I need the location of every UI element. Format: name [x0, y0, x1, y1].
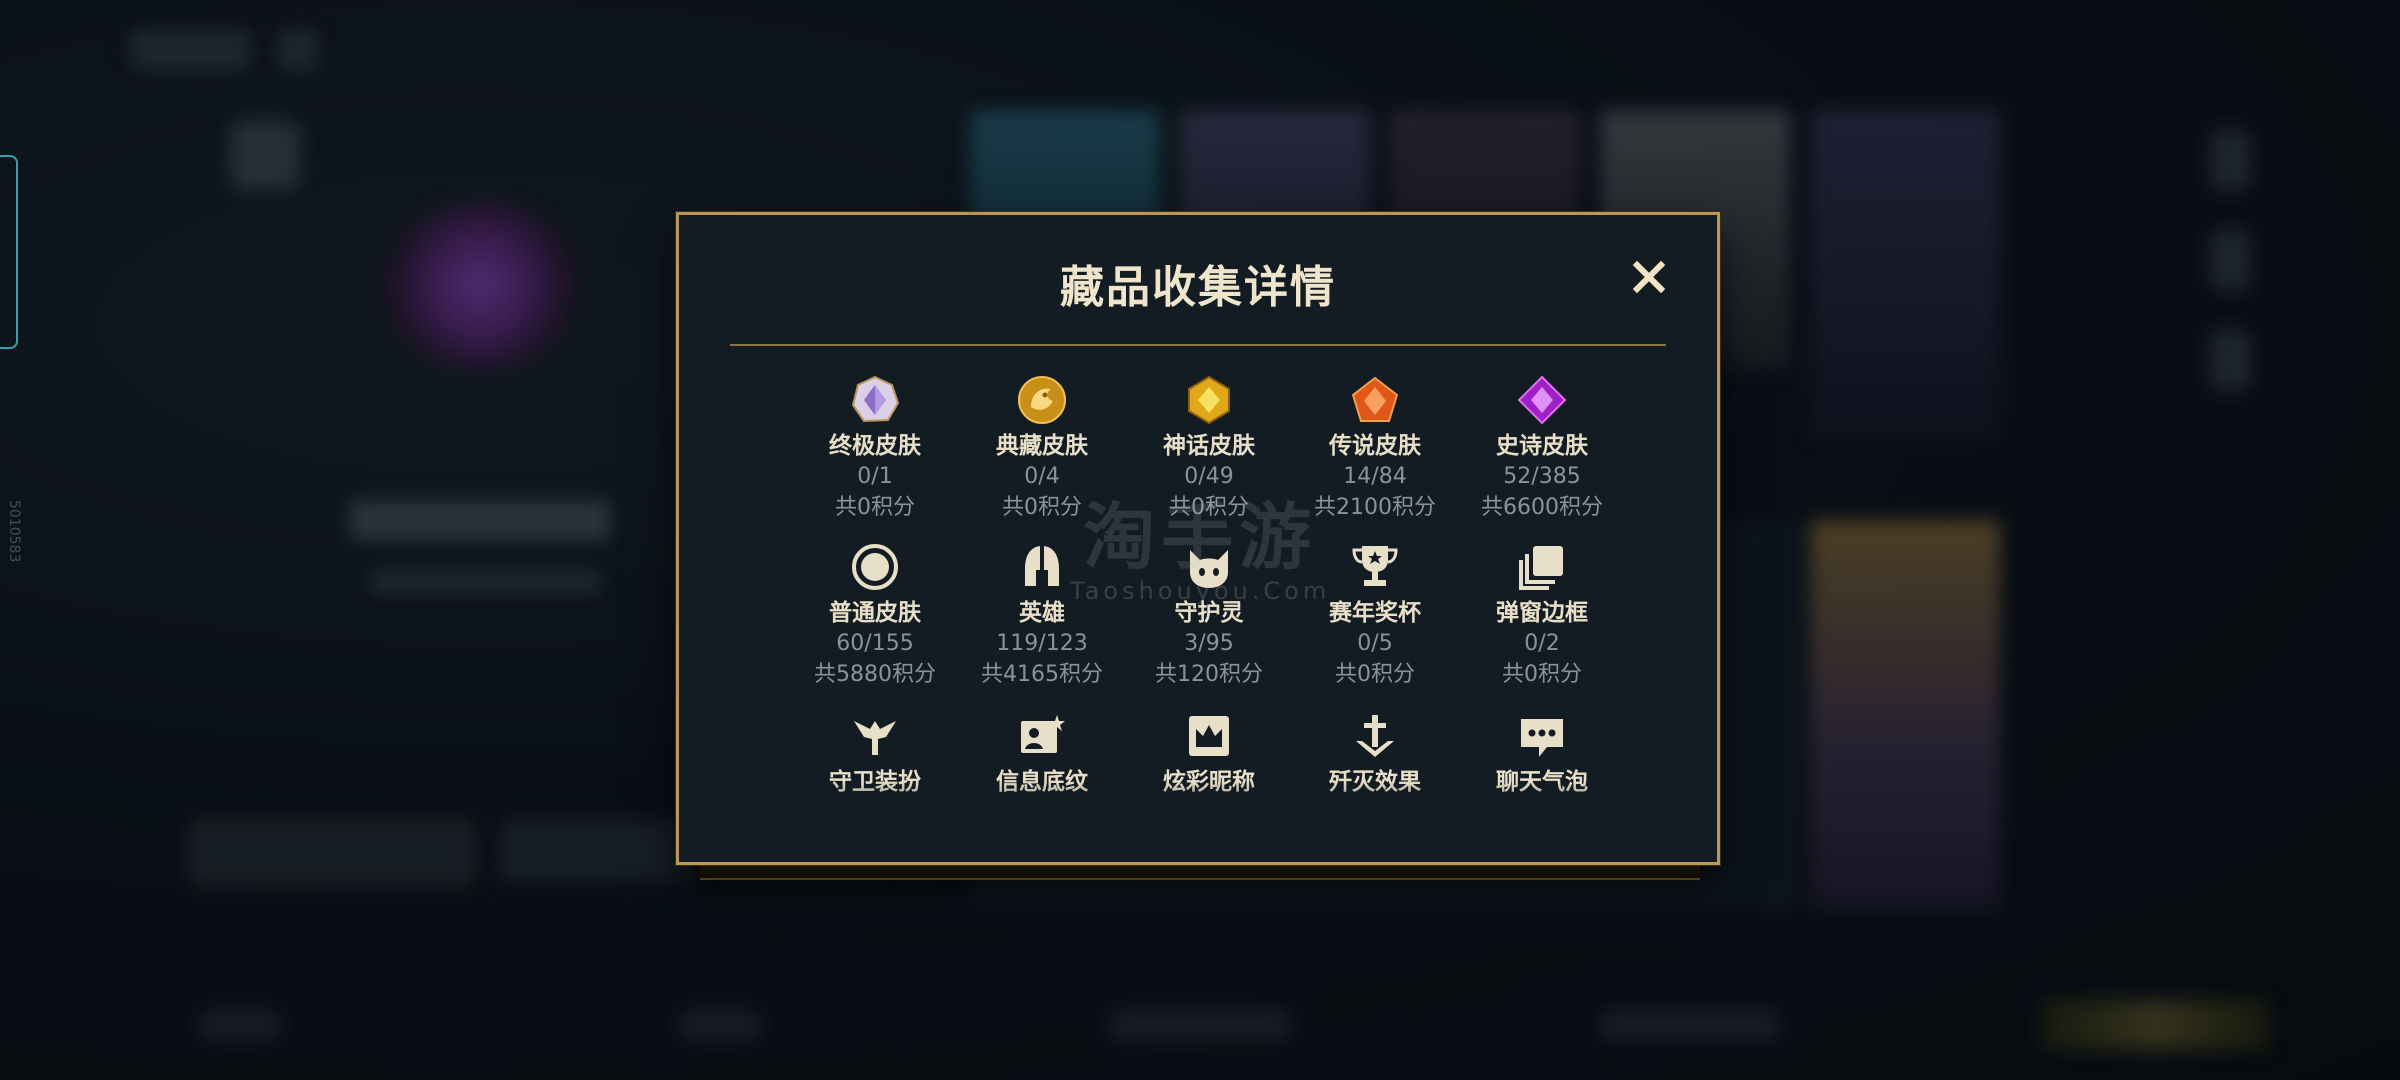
title-divider: [730, 344, 1666, 346]
item-points: 共0积分: [1502, 662, 1582, 687]
item-label: 神话皮肤: [1163, 433, 1255, 459]
collection-item-normal-skin[interactable]: 普通皮肤 60/155 共5880积分: [792, 542, 958, 690]
item-count: 119/123: [996, 631, 1088, 656]
item-points: 共2100积分: [1314, 495, 1436, 520]
close-icon: [1632, 260, 1666, 294]
collection-item-guardian-spirit[interactable]: 守护灵 3/95 共120积分: [1126, 542, 1292, 690]
collection-item-popup-frame[interactable]: 弹窗边框 0/2 共0积分: [1459, 542, 1625, 690]
scroll-fade: [739, 781, 1657, 851]
collection-item-hero[interactable]: 英雄 119/123 共4165积分: [959, 542, 1125, 690]
item-count: 14/84: [1343, 464, 1407, 489]
legendary-skin-icon: [1351, 376, 1399, 422]
collection-item-collection-skin[interactable]: 典藏皮肤 0/4 共0积分: [959, 375, 1125, 523]
item-count: 3/95: [1184, 631, 1234, 656]
item-label: 传说皮肤: [1329, 433, 1421, 459]
close-button[interactable]: [1627, 255, 1671, 299]
collection-details-modal: 藏品收集详情 终极皮肤 0/1 共0积分 典藏皮肤 0/4 共0积分 神话皮肤 …: [676, 212, 1720, 865]
item-points: 共0积分: [1002, 495, 1082, 520]
ultimate-skin-icon: [851, 375, 900, 423]
item-label: 弹窗边框: [1496, 600, 1588, 626]
item-count: 0/2: [1524, 631, 1560, 656]
epic-skin-icon: [1517, 375, 1567, 425]
item-count: 52/385: [1503, 464, 1581, 489]
item-count: 0/5: [1357, 631, 1393, 656]
collection-item-mythic-skin[interactable]: 神话皮肤 0/49 共0积分: [1126, 375, 1292, 523]
item-points: 共120积分: [1155, 662, 1263, 687]
item-label: 英雄: [1019, 600, 1065, 626]
item-points: 共0积分: [835, 495, 915, 520]
colorful-name-icon: [1189, 716, 1229, 756]
trophy-icon: [1352, 546, 1398, 586]
collection-item-epic-skin[interactable]: 史诗皮肤 52/385 共6600积分: [1459, 375, 1625, 523]
item-points: 共6600积分: [1481, 495, 1603, 520]
side-drawer-handle[interactable]: [0, 155, 18, 349]
side-id-text: 5010583: [6, 500, 22, 563]
normal-skin-icon: [852, 544, 898, 590]
modal-title: 藏品收集详情: [1060, 262, 1336, 313]
hero-helmet-icon: [1025, 546, 1059, 586]
collection-item-legendary-skin[interactable]: 传说皮肤 14/84 共2100积分: [1292, 375, 1458, 523]
item-label: 赛年奖杯: [1329, 600, 1421, 626]
item-points: 共0积分: [1169, 495, 1249, 520]
elimination-effect-icon: [1356, 715, 1394, 757]
collection-item-season-trophy[interactable]: 赛年奖杯 0/5 共0积分: [1292, 542, 1458, 690]
item-label: 普通皮肤: [829, 600, 921, 626]
item-count: 0/4: [1024, 464, 1060, 489]
item-points: 共0积分: [1335, 662, 1415, 687]
item-label: 史诗皮肤: [1496, 433, 1588, 459]
item-points: 共5880积分: [814, 662, 936, 687]
mythic-skin-icon: [1188, 375, 1230, 425]
popup-frame-icon: [1519, 546, 1563, 590]
item-count: 0/49: [1184, 464, 1234, 489]
item-label: 守护灵: [1174, 600, 1244, 626]
collection-skin-icon: [1018, 376, 1066, 424]
chat-bubble-icon: [1521, 719, 1563, 757]
item-count: 0/1: [857, 464, 893, 489]
item-points: 共4165积分: [981, 662, 1103, 687]
collection-item-ultimate-skin[interactable]: 终极皮肤 0/1 共0积分: [792, 375, 958, 523]
item-count: 60/155: [836, 631, 914, 656]
guardian-spirit-icon: [1190, 550, 1228, 588]
item-label: 典藏皮肤: [996, 433, 1088, 459]
info-card-icon: [1021, 715, 1065, 753]
ward-skin-icon: [854, 721, 896, 755]
item-label: 终极皮肤: [829, 433, 921, 459]
